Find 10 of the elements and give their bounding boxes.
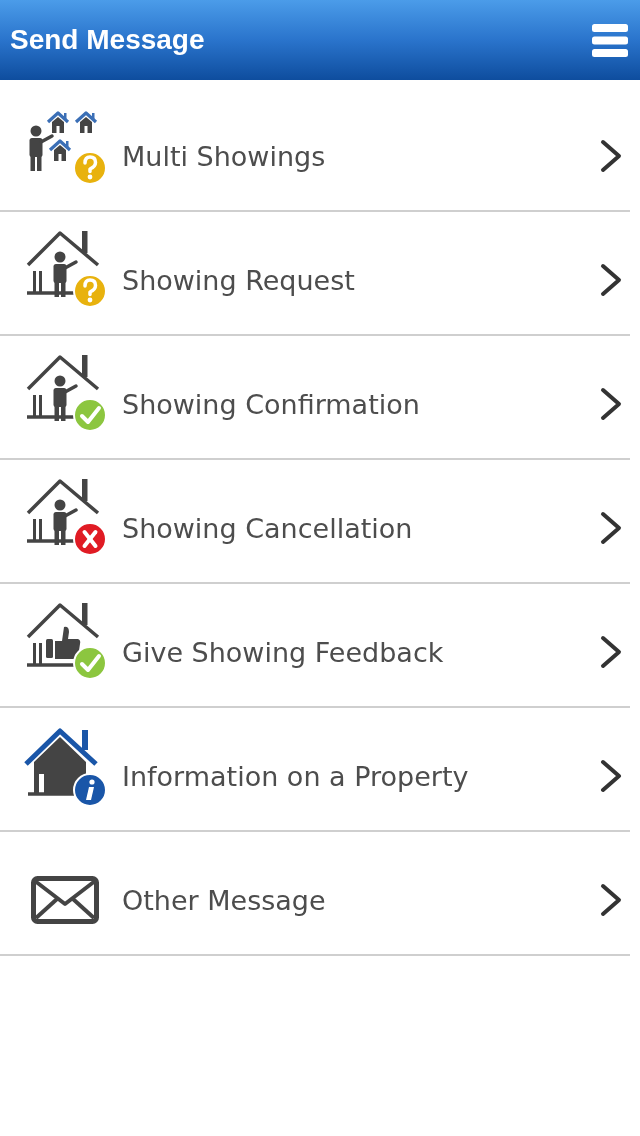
menu-icon[interactable] (592, 23, 628, 57)
chevron-icon (600, 263, 622, 297)
page-title: Send Message (10, 23, 205, 57)
chevron-icon (600, 883, 622, 917)
chevron-icon (600, 387, 622, 421)
envelope-icon (31, 876, 99, 924)
chevron-icon (600, 139, 622, 173)
chevron-icon (600, 635, 622, 669)
chevron-icon (600, 759, 622, 793)
chevron-icon (600, 511, 622, 545)
